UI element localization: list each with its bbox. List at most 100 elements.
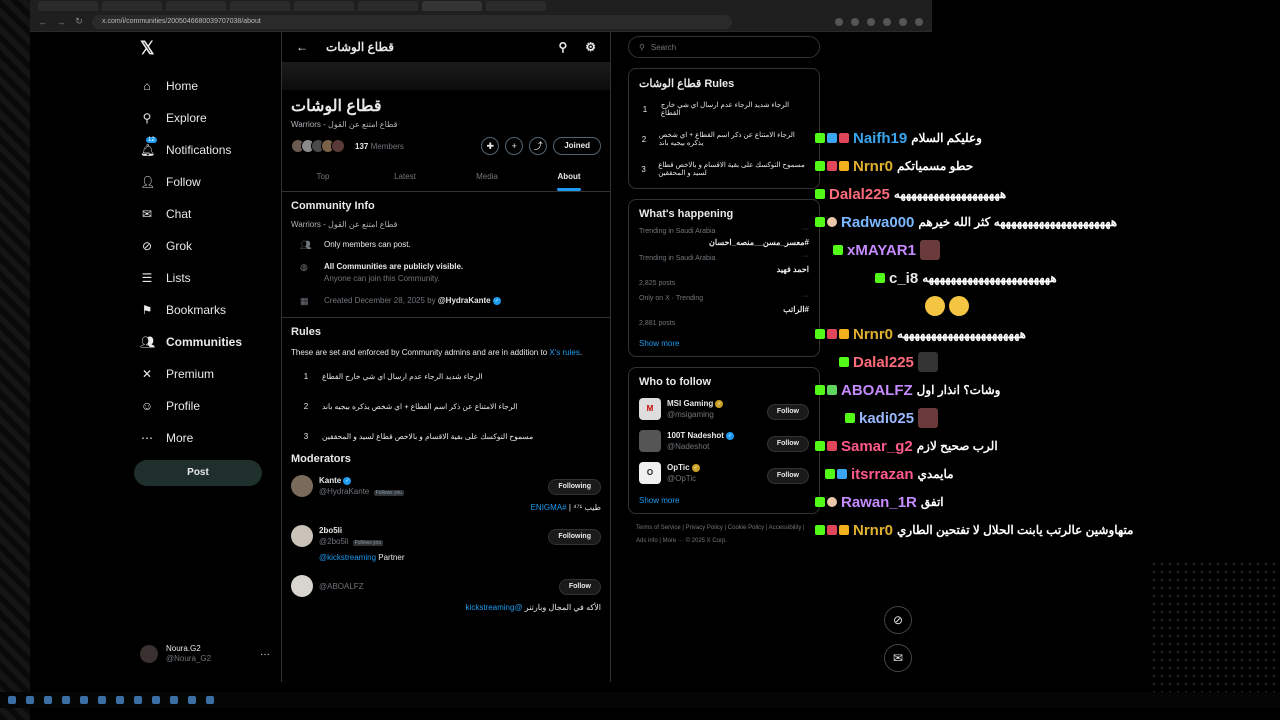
- sidebar-item-profile[interactable]: ☺ Profile: [140, 390, 242, 422]
- taskbar-app-icon[interactable]: [62, 696, 70, 704]
- sidebar-item-explore[interactable]: ⚲ Explore: [140, 102, 242, 134]
- moderator-item[interactable]: Kante ✓ @HydraKante Follows you Followin…: [282, 465, 610, 515]
- rule-item[interactable]: 2 الرجاء الامتناع عن ذكر اسم القطاع + اي …: [282, 387, 610, 417]
- sidebar-item-grok[interactable]: ⊘ Grok: [140, 230, 242, 262]
- reload-icon[interactable]: ↻: [74, 16, 84, 27]
- rule-item[interactable]: 3 مسموح التوكسك على بقية الاقسام و بالاخص…: [639, 150, 809, 180]
- share-icon[interactable]: ⤴: [529, 137, 548, 155]
- trend-title: #معسر_مسن__منصه_احسان: [709, 238, 809, 247]
- footer-links[interactable]: Terms of Service | Privacy Policy | Cook…: [628, 522, 820, 548]
- moderator-item[interactable]: @ABOALFZ Follow الأكه في المجال وبارتنر …: [282, 565, 610, 615]
- taskbar-app-icon[interactable]: [80, 696, 88, 704]
- browser-tab-active[interactable]: [422, 1, 482, 11]
- extension-icon[interactable]: [899, 17, 907, 26]
- more-dots-icon[interactable]: ···: [802, 293, 809, 300]
- sidebar-item-home[interactable]: ⌂ Home: [140, 70, 242, 102]
- sidebar-item-lists[interactable]: ☰ Lists: [140, 262, 242, 294]
- trend-item[interactable]: Trending in Saudi Arabia ··· #معسر_مسن__…: [639, 220, 809, 247]
- hashtag-link[interactable]: #ENIGMA: [531, 503, 567, 512]
- taskbar-app-icon[interactable]: [134, 696, 142, 704]
- taskbar-app-icon[interactable]: [98, 696, 106, 704]
- extension-icon[interactable]: [851, 17, 859, 26]
- rule-item[interactable]: 3 مسموح التوكسك على بقية الاقسام و بالاخص…: [282, 417, 610, 447]
- taskbar-app-icon[interactable]: [116, 696, 124, 704]
- follow-button[interactable]: Follow: [766, 436, 809, 452]
- gear-icon[interactable]: ⚙: [585, 40, 596, 54]
- sidebar-item-more[interactable]: ⋯ More: [140, 422, 242, 454]
- x-logo-icon[interactable]: 𝕏: [140, 38, 155, 59]
- following-button[interactable]: Following: [548, 479, 601, 495]
- taskbar-app-icon[interactable]: [26, 696, 34, 704]
- extension-icon[interactable]: [835, 17, 843, 26]
- extension-icon[interactable]: [883, 17, 891, 26]
- search-input[interactable]: ⚲ Search: [628, 36, 820, 58]
- follow-button[interactable]: Follow: [766, 468, 809, 484]
- chat-username: Rawan_1R: [841, 493, 917, 511]
- pin-icon[interactable]: ✚: [481, 137, 500, 155]
- tab-media[interactable]: Media: [446, 167, 528, 191]
- browser-tab[interactable]: [486, 1, 546, 11]
- rule-text: الرجاء شديد الرجاء عدم ارسال اي شي خارج …: [322, 372, 483, 381]
- show-more-link[interactable]: Show more: [639, 484, 809, 505]
- messages-float-icon[interactable]: ✉︎: [884, 644, 912, 672]
- back-arrow-icon[interactable]: ←: [296, 40, 308, 54]
- sidebar-item-follow[interactable]: 👤︎ Follow: [140, 166, 242, 198]
- browser-tab[interactable]: [294, 1, 354, 11]
- taskbar-app-icon[interactable]: [170, 696, 178, 704]
- profile-avatar-icon[interactable]: [915, 17, 923, 26]
- extension-icon[interactable]: [867, 17, 875, 26]
- trend-item[interactable]: Only on X · Trending ··· #الراتب 2,881 p…: [639, 287, 809, 327]
- suggestion-item[interactable]: M MSI Gaming ✓ @msigaming Follow: [639, 388, 809, 420]
- forward-icon[interactable]: →: [56, 17, 66, 27]
- follow-button[interactable]: Follow: [558, 579, 601, 595]
- taskbar-app-icon[interactable]: [152, 696, 160, 704]
- tab-latest[interactable]: Latest: [364, 167, 446, 191]
- grok-float-icon[interactable]: ⊘: [884, 606, 912, 634]
- creator-link[interactable]: @HydraKante: [438, 296, 491, 305]
- more-dots-icon[interactable]: ···: [802, 226, 809, 233]
- suggestion-item[interactable]: 100T Nadeshot ✓ @Nadeshot Follow: [639, 420, 809, 452]
- add-user-icon[interactable]: +: [505, 137, 524, 155]
- tab-top[interactable]: Top: [282, 167, 364, 191]
- trend-item[interactable]: Trending in Saudi Arabia ··· احمد فهيد 2…: [639, 247, 809, 287]
- rule-item[interactable]: 1 الرجاء شديد الرجاء عدم ارسال اي شي خارج…: [282, 357, 610, 387]
- browser-tab[interactable]: [230, 1, 290, 11]
- moderator-handle: @ABOALFZ: [319, 582, 364, 591]
- member-count[interactable]: 137 Members: [355, 142, 404, 151]
- mention-link[interactable]: @kickstreaming: [319, 553, 376, 562]
- follow-button[interactable]: Follow: [766, 404, 809, 420]
- more-dots-icon[interactable]: ···: [260, 649, 270, 660]
- sidebar-item-bookmarks[interactable]: ⚑ Bookmarks: [140, 294, 242, 326]
- x-rules-link[interactable]: X's rules: [549, 348, 579, 357]
- post-button[interactable]: Post: [134, 460, 262, 486]
- taskbar-app-icon[interactable]: [206, 696, 214, 704]
- back-icon[interactable]: ←: [38, 17, 48, 27]
- moderator-item[interactable]: 2bo5li @2bo5li Follows you @kickstreamin…: [282, 515, 610, 565]
- address-bar[interactable]: x.com/i/communities/2005046680039707038/…: [92, 14, 732, 29]
- browser-tab[interactable]: [102, 1, 162, 11]
- sidebar-item-notifications[interactable]: 🔔︎ 12 Notifications: [140, 134, 242, 166]
- rule-item[interactable]: 2 الرجاء الامتناع عن ذكر اسم القطاع + اي …: [639, 120, 809, 150]
- sidebar-item-chat[interactable]: ✉︎ Chat: [140, 198, 242, 230]
- joined-button[interactable]: Joined: [553, 137, 601, 155]
- suggestion-item[interactable]: O OpTic ✓ @OpTic Follow: [639, 452, 809, 484]
- mention-link[interactable]: @kickstreaming: [466, 603, 523, 612]
- tab-about[interactable]: About: [528, 167, 610, 191]
- main-column: ← قطاع الوشات ⚲ ⚙ قطاع الوشات Warriors -…: [281, 32, 611, 682]
- taskbar-app-icon[interactable]: [8, 696, 16, 704]
- sidebar-item-communities[interactable]: 👥︎ Communities: [140, 326, 242, 358]
- browser-tab[interactable]: [38, 1, 98, 11]
- rule-item[interactable]: 1 الرجاء شديد الرجاء عدم ارسال اي شي خارج…: [639, 90, 809, 120]
- show-more-link[interactable]: Show more: [639, 327, 809, 348]
- account-switcher[interactable]: Noura.G2 @Noura_G2 ···: [140, 644, 270, 664]
- browser-tab[interactable]: [166, 1, 226, 11]
- browser-tab[interactable]: [358, 1, 418, 11]
- taskbar-app-icon[interactable]: [44, 696, 52, 704]
- taskbar-app-icon[interactable]: [188, 696, 196, 704]
- member-avatars[interactable]: [291, 139, 345, 153]
- sidebar-item-premium[interactable]: ✕ Premium: [140, 358, 242, 390]
- following-button[interactable]: Following: [548, 529, 601, 545]
- chat-message: ABOALFZ وشات؟ انذار اول: [815, 376, 1255, 404]
- more-dots-icon[interactable]: ···: [802, 253, 809, 260]
- search-icon[interactable]: ⚲: [558, 40, 567, 54]
